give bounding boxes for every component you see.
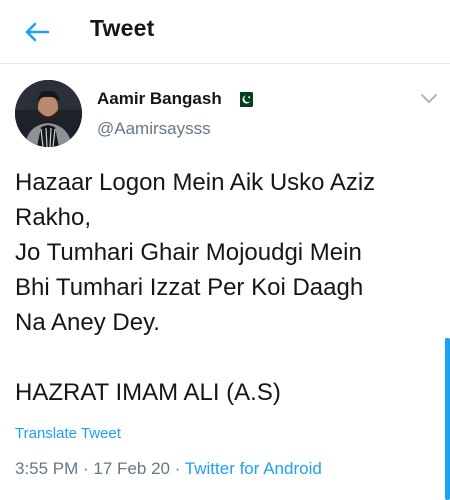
tweet-date: 17 Feb 20 <box>93 459 170 478</box>
tweet-line: Jo Tumhari Ghair Mojoudgi Mein <box>15 239 362 266</box>
author-name[interactable]: Aamir Bangash <box>97 89 222 109</box>
meta-separator: · <box>78 459 94 478</box>
tweet-line: Rakho, <box>15 204 92 231</box>
arrow-left-icon <box>25 22 50 42</box>
tweet-line: Na Aney Dey. <box>15 309 160 336</box>
top-bar: Tweet <box>0 0 450 64</box>
pakistan-flag-icon <box>236 92 253 107</box>
author-handle[interactable]: @Aamirsaysss <box>97 119 211 139</box>
avatar[interactable] <box>15 80 82 147</box>
scrollbar[interactable] <box>445 338 450 500</box>
header-divider <box>0 63 450 64</box>
tweet-text: Hazaar Logon Mein Aik Usko Aziz Rakho, J… <box>15 165 440 410</box>
page-title: Tweet <box>90 15 155 41</box>
profile-photo <box>15 80 82 147</box>
meta-separator: · <box>169 459 185 478</box>
tweet-source-link[interactable]: Twitter for Android <box>185 459 322 478</box>
tweet-time: 3:55 PM <box>15 459 79 478</box>
chevron-down-icon[interactable] <box>418 90 440 106</box>
back-button[interactable] <box>20 16 54 48</box>
tweet-line: HAZRAT IMAM ALI (A.S) <box>15 379 281 406</box>
tweet-line: Hazaar Logon Mein Aik Usko Aziz <box>15 169 376 196</box>
tweet-metadata: 3:55 PM · 17 Feb 20 · Twitter for Androi… <box>15 459 322 479</box>
translate-tweet-link[interactable]: Translate Tweet <box>15 425 121 442</box>
tweet-line: Bhi Tumhari Izzat Per Koi Daagh <box>15 274 364 301</box>
